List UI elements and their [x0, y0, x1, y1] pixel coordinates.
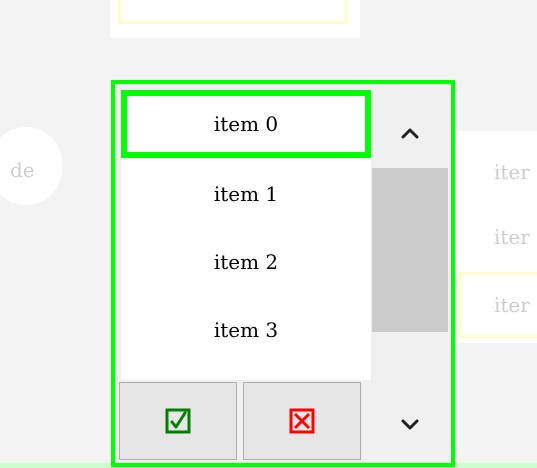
list-item-0[interactable]: item 0	[121, 90, 371, 158]
item-list: item 0 item 1 item 2 item 3	[121, 90, 371, 380]
checkbox-check-icon	[165, 408, 191, 434]
scroll-up-button[interactable]	[371, 98, 449, 168]
list-item-label: item 2	[213, 250, 279, 274]
list-item-3[interactable]: item 3	[121, 296, 371, 364]
list-item-2[interactable]: item 2	[121, 228, 371, 296]
list-item-1[interactable]: item 1	[121, 160, 371, 228]
list-item-label: item 1	[213, 182, 279, 206]
list-picker-dialog: item 0 item 1 item 2 item 3	[111, 80, 455, 467]
list-item-label: item 0	[213, 112, 279, 136]
top-widget-fragment	[110, 0, 360, 38]
chevron-down-icon	[401, 419, 419, 431]
background-list-item: iter	[494, 225, 530, 249]
cancel-button[interactable]	[243, 382, 361, 460]
list-item-label: item 3	[213, 318, 279, 342]
scrollbar-thumb[interactable]	[372, 168, 448, 332]
checkbox-cross-icon	[289, 408, 315, 434]
scroll-down-button[interactable]	[371, 390, 449, 460]
confirm-button[interactable]	[119, 382, 237, 460]
background-list-item: iter	[494, 160, 530, 184]
screen: de iter iter iter item 0 item 1 item 2 i…	[0, 0, 537, 468]
background-pill-label: de	[10, 158, 35, 182]
chevron-up-icon	[401, 127, 419, 139]
background-list-item: iter	[494, 293, 530, 317]
top-widget-inner-frame	[118, 0, 348, 24]
